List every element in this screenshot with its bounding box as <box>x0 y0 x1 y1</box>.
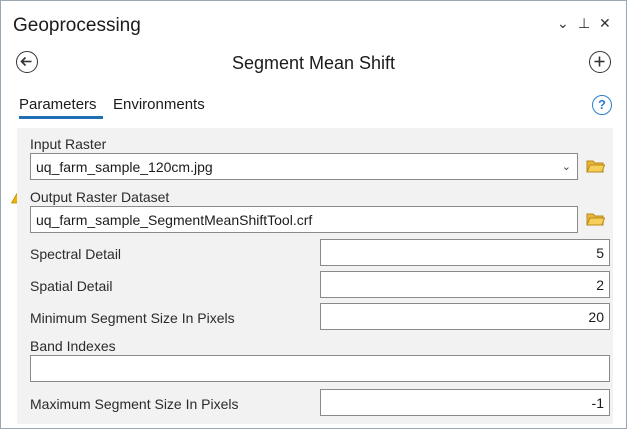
parameters-form: Input Raster uq_farm_sample_120cm.jpg ⌄ … <box>17 128 613 424</box>
folder-icon[interactable] <box>586 212 605 227</box>
input-raster-value: uq_farm_sample_120cm.jpg <box>36 159 213 175</box>
min-segment-size-label: Minimum Segment Size In Pixels <box>30 310 235 326</box>
plus-icon[interactable] <box>589 51 611 73</box>
max-segment-size-label: Maximum Segment Size In Pixels <box>30 396 239 412</box>
spectral-detail-label: Spectral Detail <box>30 246 122 262</box>
output-raster-label: Output Raster Dataset <box>30 189 170 205</box>
output-raster-field[interactable]: uq_farm_sample_SegmentMeanShiftTool.crf <box>30 206 578 233</box>
spectral-detail-field[interactable]: 5 <box>320 239 610 266</box>
band-indexes-field[interactable] <box>30 355 610 382</box>
pin-icon[interactable]: ⊥ <box>578 15 590 31</box>
max-segment-size-field[interactable]: -1 <box>320 389 610 416</box>
input-raster-label: Input Raster <box>30 136 107 152</box>
pane-menu-button[interactable]: ⌄ <box>557 15 569 31</box>
active-tab-indicator <box>19 116 103 119</box>
pane-title: Geoprocessing <box>13 15 141 36</box>
chevron-down-icon[interactable]: ⌄ <box>562 154 571 179</box>
close-icon[interactable]: ✕ <box>599 15 611 31</box>
spatial-detail-field[interactable]: 2 <box>320 271 610 298</box>
min-segment-size-field[interactable]: 20 <box>320 303 610 330</box>
geoprocessing-pane: Geoprocessing ⌄ ⊥ ✕ Segment Mean Shift P… <box>0 0 627 429</box>
tab-environments[interactable]: Environments <box>113 96 205 113</box>
tab-parameters[interactable]: Parameters <box>19 96 97 113</box>
input-raster-dropdown[interactable]: uq_farm_sample_120cm.jpg ⌄ <box>30 153 578 180</box>
spatial-detail-label: Spatial Detail <box>30 278 113 294</box>
tool-title: Segment Mean Shift <box>231 53 396 73</box>
folder-icon[interactable] <box>586 159 605 174</box>
band-indexes-label: Band Indexes <box>30 338 116 354</box>
pane-titlebar: Geoprocessing ⌄ ⊥ ✕ <box>1 1 626 41</box>
help-icon[interactable]: ? <box>592 95 612 115</box>
